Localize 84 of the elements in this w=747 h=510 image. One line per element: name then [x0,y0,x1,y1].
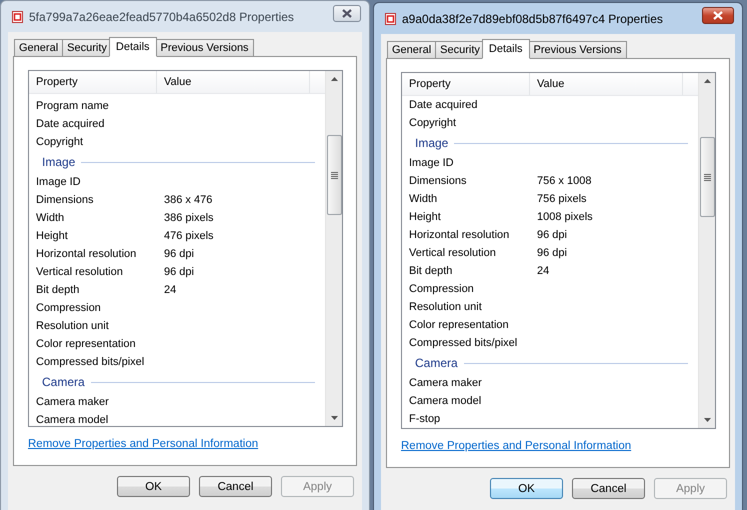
property-value: 96 dpi [164,248,194,260]
grip-icon [704,174,710,180]
column-header[interactable]: Value [157,71,310,93]
scroll-thumb[interactable] [326,135,342,215]
property-name: Program name [36,100,110,112]
property-value: 756 x 1008 [537,175,592,187]
property-name: Compression [36,302,102,314]
link[interactable]: Remove Properties and Personal Information [401,440,632,452]
property-name: Horizontal resolution [36,248,138,260]
tab[interactable]: General [387,41,436,58]
property-name: Camera maker [36,396,110,408]
property-name: Camera maker [409,377,483,389]
document-icon [12,10,23,22]
property-name: Dimensions [36,194,94,206]
property-value: 96 dpi [537,229,567,241]
property-name: Vertical resolution [36,266,124,278]
property-name: Bit depth [409,265,454,277]
property-value: 386 pixels [164,212,214,224]
property-name: Bit depth [36,284,80,296]
dialog-button[interactable]: OK [117,476,190,497]
close-button[interactable] [702,7,734,24]
property-value: 96 dpi [537,247,567,259]
scroll-thumb[interactable] [700,137,714,217]
property-value: 386 x 476 [164,194,212,206]
column-header[interactable]: Property [29,71,157,93]
property-value: 24 [537,265,550,277]
property-name: Copyright [36,136,84,148]
tab[interactable]: Details [108,37,157,57]
property-name: Width [409,193,438,205]
property-name: Date acquired [409,99,478,111]
property-name: Dimensions [409,175,468,187]
group-heading: Camera [415,356,458,370]
property-value: 1008 pixels [537,211,593,223]
tab[interactable]: Security [435,41,485,58]
link[interactable]: Remove Properties and Personal Information [28,438,258,450]
property-value: 756 pixels [537,193,587,205]
scroll-down-icon [330,416,338,420]
property-name: Horizontal resolution [409,229,510,241]
property-name: Copyright [409,117,458,129]
property-name: Camera model [409,395,482,407]
property-name: Image ID [409,157,455,169]
dialog-button[interactable]: Cancel [572,478,645,499]
tab[interactable]: Security [62,39,112,56]
property-name: Compressed bits/pixel [409,337,518,349]
property-name: Resolution unit [36,320,110,332]
tab[interactable]: Previous Versions [156,39,254,56]
grip-icon [330,172,338,178]
scroll-down-icon [704,418,710,422]
document-icon [385,12,396,24]
column-header[interactable]: Value [530,73,683,95]
property-name: Compressed bits/pixel [36,356,146,368]
property-name: Color representation [409,319,510,331]
property-value: 96 dpi [164,266,194,278]
window-title: 5fa799a7a26eae2fead5770b4a6502d8 Properties [29,10,295,24]
property-name: Image ID [36,176,82,188]
close-icon [713,11,723,20]
group-heading: Image [415,136,448,150]
property-value: 24 [164,284,176,296]
tab[interactable]: General [14,39,64,56]
tab[interactable]: Previous Versions [528,41,627,58]
property-value: 476 pixels [164,230,214,242]
dialog-button[interactable]: Cancel [199,476,272,497]
scroll-up-icon [330,77,338,81]
property-name: Height [409,211,442,223]
property-name: F-stop [409,413,442,425]
close-icon [342,9,352,18]
tab[interactable]: Details [482,39,530,59]
property-name: Date acquired [36,118,106,130]
window-title: a9a0da38f2e7d89ebf08d5b87f6497c4 Properties [402,12,664,26]
close-button[interactable] [333,5,361,22]
property-name: Width [36,212,66,224]
group-heading: Image [42,155,76,169]
dialog-button[interactable]: OK [490,478,563,499]
scroll-up-icon [704,79,710,83]
column-header[interactable]: Property [402,73,530,95]
property-name: Height [36,230,69,242]
scrollbar[interactable] [325,71,342,426]
group-heading: Camera [42,375,85,389]
property-name: Vertical resolution [409,247,497,259]
scrollbar[interactable] [698,73,715,428]
property-name: Resolution unit [409,301,483,313]
property-name: Color representation [36,338,137,350]
property-name: Compression [409,283,475,295]
property-name: Camera model [36,414,110,426]
